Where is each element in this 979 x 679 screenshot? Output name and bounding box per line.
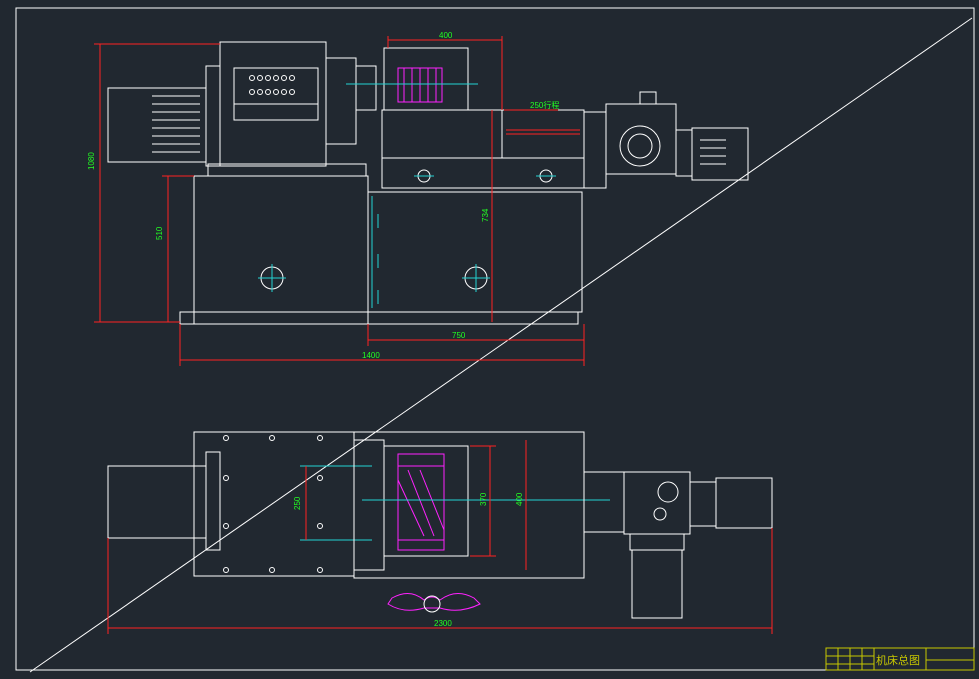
dim-top-outer-width: 400: [515, 492, 524, 506]
top-view: 250 370 400 2300: [107, 431, 773, 634]
machine-base: [179, 175, 583, 325]
top-main-motor: [107, 451, 221, 551]
dim-top-inner-width: 370: [479, 492, 488, 506]
dim-front-overall-height: 1080: [87, 152, 96, 170]
drawing-frame: [15, 7, 975, 671]
top-gearbox: [193, 431, 385, 577]
title-block: 机床总图: [825, 647, 975, 671]
hook-part: [387, 593, 481, 613]
dim-front-top-width: 400: [439, 31, 453, 40]
main-motor: [107, 65, 221, 167]
title-block-text: 机床总图: [876, 653, 920, 667]
dim-top-overall-length: 2300: [434, 619, 452, 628]
dim-front-right-width: 750: [452, 331, 466, 340]
headstock-gearbox: [207, 41, 377, 177]
cad-canvas[interactable]: 400 1080 510 734 250行程 750 1400 250 370 …: [0, 0, 979, 674]
slide-table: [346, 47, 585, 189]
front-dimensions: 400 1080 510 734 250行程 750 1400: [87, 31, 585, 366]
front-view: 400 1080 510 734 250行程 750 1400: [87, 31, 749, 366]
selection-diagonal: [29, 17, 973, 673]
cad-drawing: 400 1080 510 734 250行程 750 1400 250 370 …: [15, 7, 975, 673]
feed-motor: [583, 91, 749, 189]
top-feed-motor: [583, 471, 773, 619]
dim-top-center-distance: 250: [293, 496, 302, 510]
dim-front-right-height: 734: [481, 208, 490, 222]
dim-front-base-height: 510: [155, 226, 164, 240]
dim-front-overall-width: 1400: [362, 351, 380, 360]
dim-front-stroke: 250行程: [530, 100, 559, 110]
